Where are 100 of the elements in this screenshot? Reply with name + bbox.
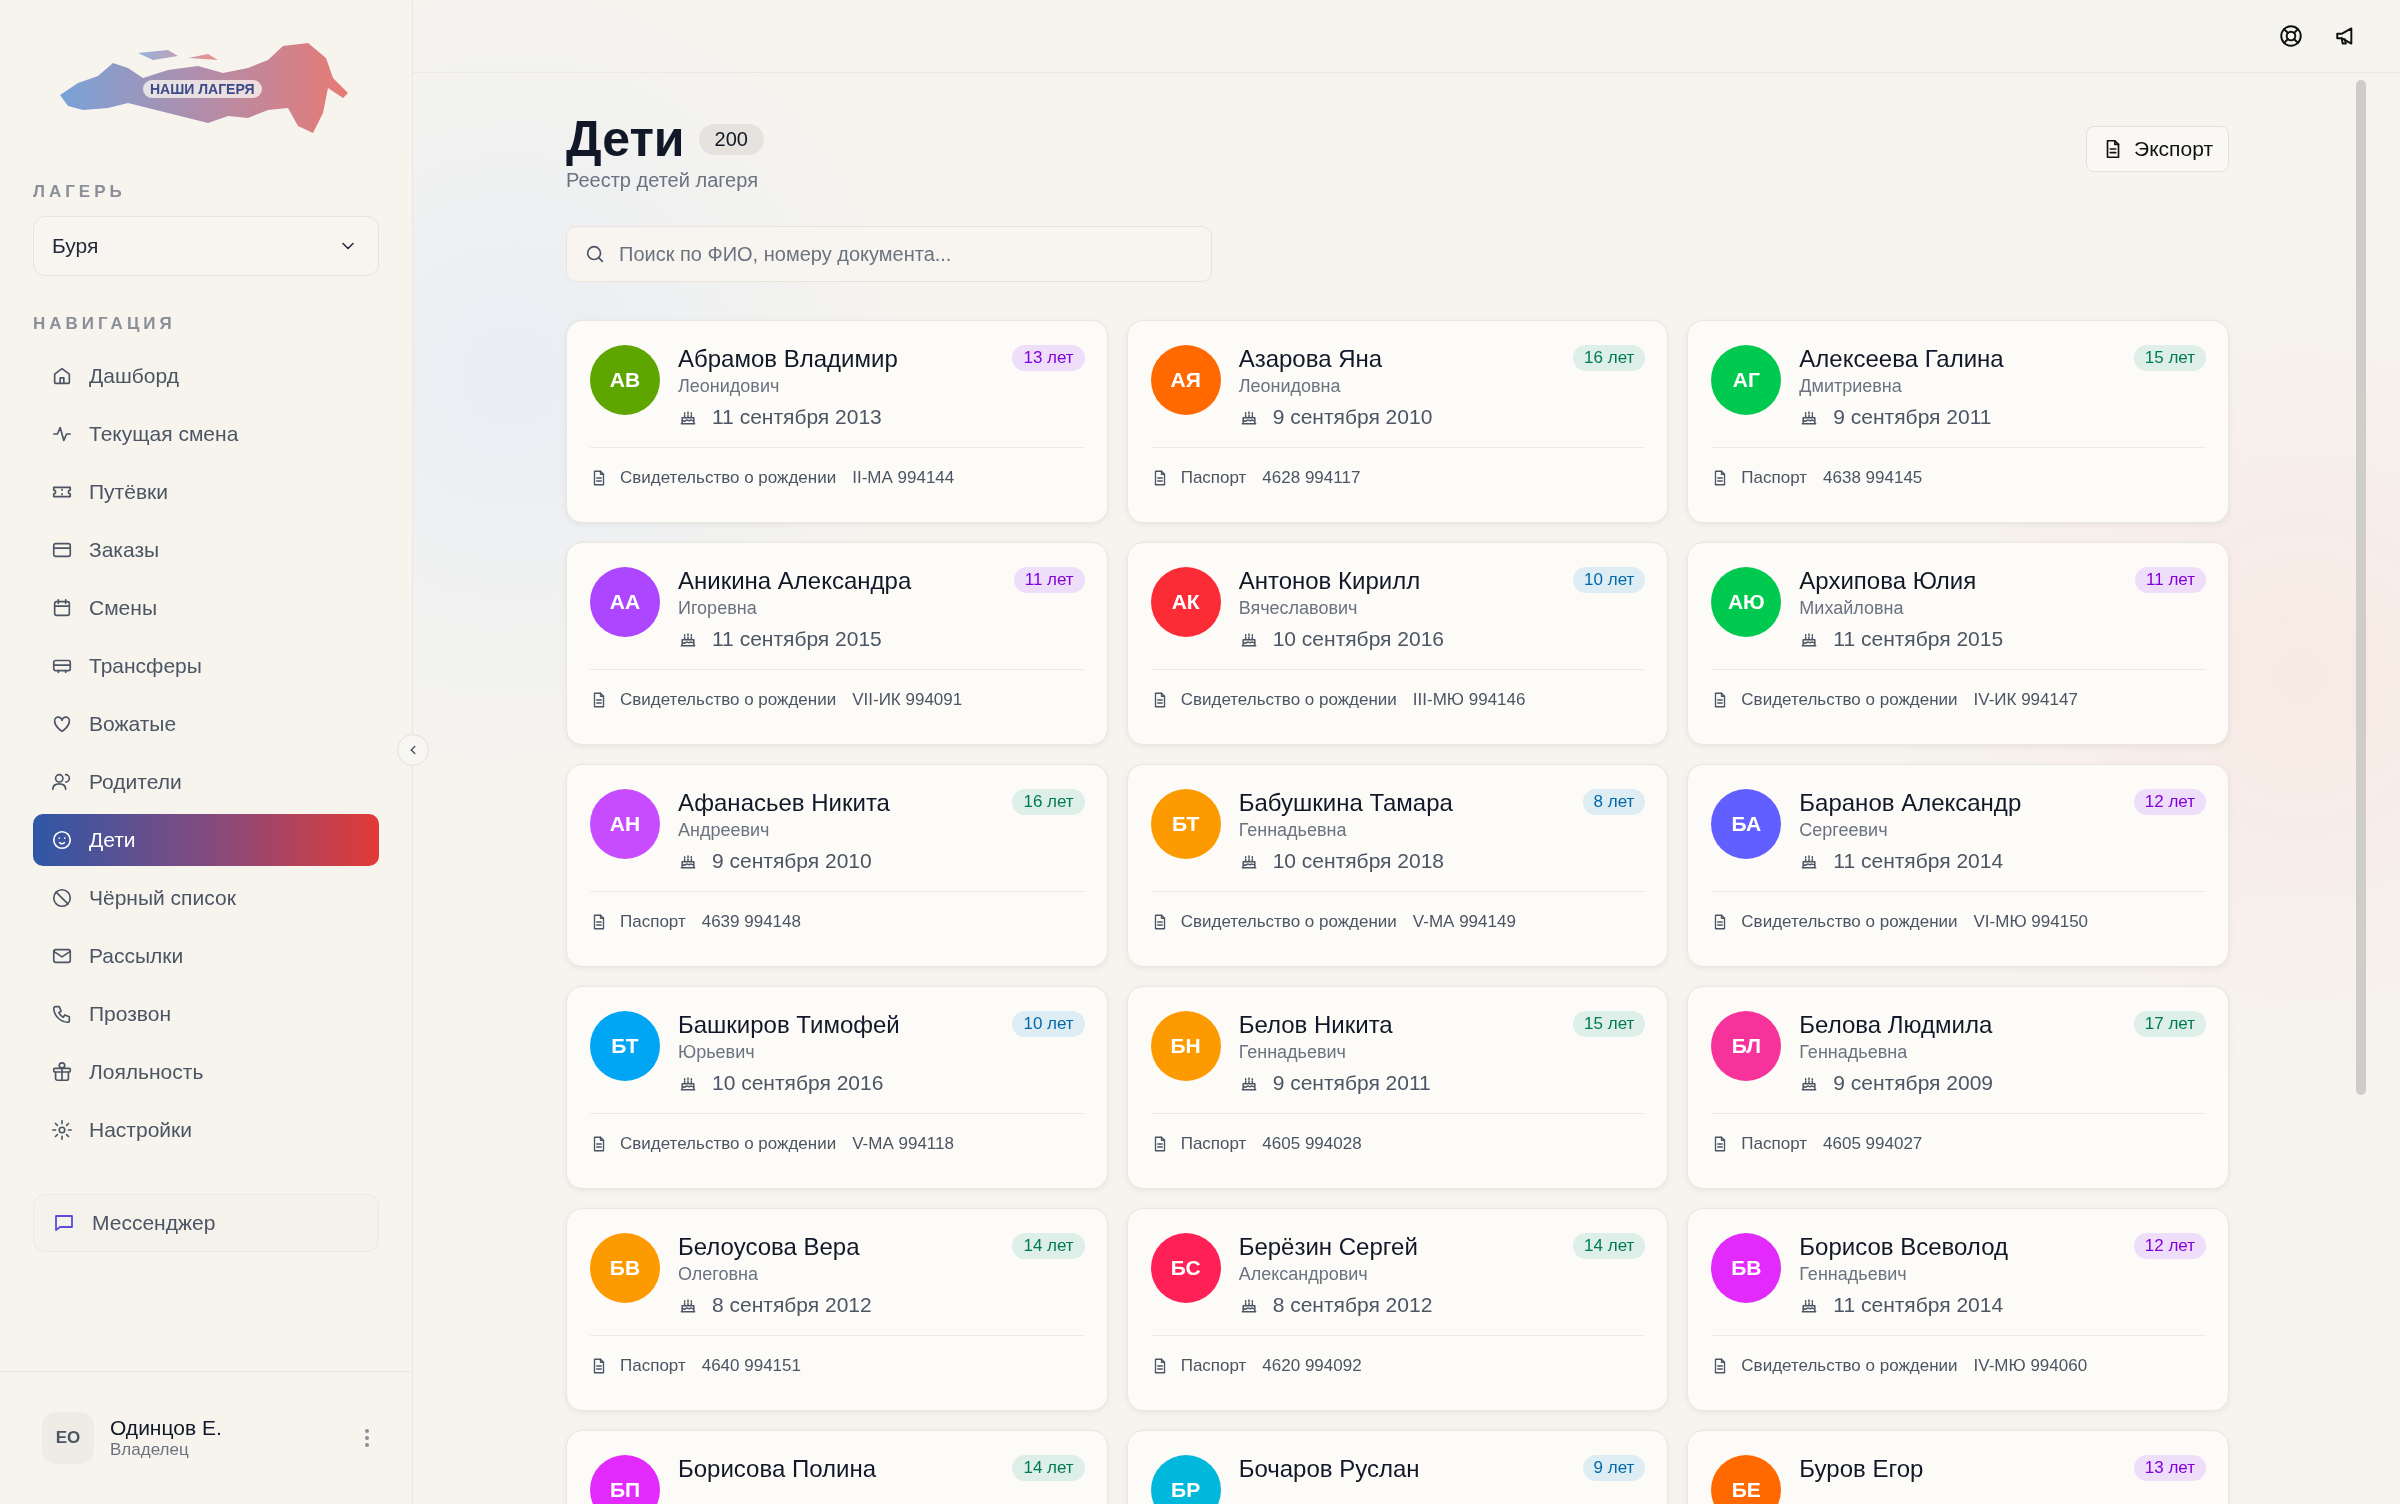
child-patronymic: Андреевич	[678, 819, 771, 842]
document-type: Свидетельство о рождении	[1741, 912, 1958, 932]
child-avatar: АЯ	[1150, 345, 1221, 415]
child-patronymic: Вячеславович	[1238, 597, 1359, 620]
child-card[interactable]: БЕ Буров Егор 13 лет	[1687, 1430, 2229, 1504]
search-icon	[584, 243, 606, 265]
birth-date: 9 сентября 2011	[1272, 1071, 1431, 1095]
nav-item[interactable]: Вожатые	[33, 698, 379, 750]
nav-item[interactable]: Родители	[33, 756, 379, 808]
child-card[interactable]: АЮ Архипова Юлия Михайловна 11 сентября 2015 11 лет Свидетельство о рождении IV-ИК 994147	[1687, 542, 2229, 745]
child-avatar: БЛ	[1711, 1011, 1782, 1081]
child-card[interactable]: БЛ Белова Людмила Геннадьевна 9 сентября 2009 17 лет Паспорт 4605 994027	[1687, 986, 2229, 1189]
document-type: Свидетельство о рождении	[620, 1134, 837, 1154]
child-avatar: АН	[590, 789, 660, 859]
document-number: II-МА 994144	[852, 468, 955, 488]
nav-item[interactable]: Прозвон	[33, 988, 379, 1040]
birth-date: 8 сентября 2012	[712, 1293, 872, 1317]
page-subtitle: Реестр детей лагеря	[566, 169, 759, 192]
document-type: Паспорт	[1180, 1134, 1247, 1154]
child-card[interactable]: БВ Белоусова Вера Олеговна 8 сентября 2012 14 лет Паспорт 4640 994151	[566, 1208, 1108, 1411]
child-patronymic: Геннадьевич	[1799, 1263, 1908, 1286]
child-patronymic: Леонидовна	[1238, 375, 1342, 398]
nav-item[interactable]: Текущая смена	[33, 408, 379, 460]
messenger-button[interactable]: Мессенджер	[33, 1194, 379, 1252]
scrollbar[interactable]	[2356, 80, 2366, 1095]
child-card[interactable]: АК Антонов Кирилл Вячеславович 10 сентября 2016 10 лет Свидетельство о рождении III-МЮ 994146	[1126, 542, 1669, 745]
document-number: 4638 994145	[1823, 468, 1923, 488]
age-badge: 11 лет	[1013, 567, 1085, 593]
camp-select[interactable]: Буря	[33, 216, 379, 276]
age-badge: 11 лет	[2135, 567, 2206, 593]
child-card[interactable]: АН Афанасьев Никита Андреевич 9 сентября 2010 16 лет Паспорт 4639 994148	[566, 764, 1108, 967]
age-badge: 15 лет	[2133, 345, 2206, 371]
search-field[interactable]: Поиск по ФИО, номеру документа...	[566, 226, 1212, 282]
document-number: 4605 994027	[1823, 1134, 1923, 1154]
child-name: Алексеева Галина	[1799, 344, 2005, 374]
child-avatar: БЕ	[1711, 1455, 1782, 1504]
phone-icon	[51, 1003, 73, 1025]
document-type: Паспорт	[1180, 468, 1247, 488]
birth-date: 11 сентября 2015	[712, 627, 882, 651]
child-name: Афанасьев Никита	[678, 788, 891, 818]
child-avatar: БА	[1711, 789, 1782, 859]
more-icon[interactable]	[364, 1428, 370, 1448]
child-card[interactable]: БТ Бабушкина Тамара Геннадьевна 10 сентября 2018 8 лет Свидетельство о рождении V-МА 994149	[1126, 764, 1669, 967]
child-avatar: БР	[1150, 1455, 1221, 1504]
child-card[interactable]: АВ Абрамов Владимир Леонидович 11 сентября 2013 13 лет Свидетельство о рождении II-МА 994144	[566, 320, 1108, 523]
collapse-button[interactable]	[397, 734, 429, 766]
age-badge: 12 лет	[2133, 789, 2206, 815]
nav-item[interactable]: Настройки	[33, 1104, 379, 1156]
home-icon	[51, 365, 73, 387]
child-card[interactable]: БС Берёзин Сергей Александрович 8 сентября 2012 14 лет Паспорт 4620 994092	[1126, 1208, 1669, 1411]
document-type: Паспорт	[1741, 1134, 1808, 1154]
nav-item[interactable]: Лояльность	[33, 1046, 379, 1098]
child-name: Борисова Полина	[678, 1454, 878, 1484]
count-badge: 200	[698, 123, 764, 155]
help-icon	[2278, 23, 2304, 49]
user-role: Владелец	[110, 1440, 190, 1460]
child-card[interactable]: БР Бочаров Руслан 9 лет	[1126, 1430, 1669, 1504]
heart-icon	[51, 713, 73, 735]
section-label: НАВИГАЦИЯ	[33, 314, 177, 334]
child-card[interactable]: БА Баранов Александр Сергеевич 11 сентября 2014 12 лет Свидетельство о рождении VI-МЮ 994150	[1687, 764, 2229, 967]
nav-item[interactable]: Чёрный список	[33, 872, 379, 924]
age-badge: 13 лет	[2133, 1455, 2206, 1481]
nav-item[interactable]: Дети	[33, 814, 379, 866]
child-name: Бочаров Руслан	[1238, 1454, 1421, 1484]
nav-item[interactable]: Путёвки	[33, 466, 379, 518]
page-title: Дети	[566, 110, 685, 169]
birth-date: 11 сентября 2015	[1833, 627, 2004, 651]
export-button[interactable]: Экспорт	[2086, 126, 2229, 172]
child-avatar: БТ	[1150, 789, 1221, 859]
child-card[interactable]: БП Борисова Полина 14 лет	[566, 1430, 1108, 1504]
child-card[interactable]: АА Аникина Александра Игоревна 11 сентября 2015 11 лет Свидетельство о рождении VII-ИК 994091	[566, 542, 1108, 745]
child-card[interactable]: БТ Башкиров Тимофей Юрьевич 10 сентября 2016 10 лет Свидетельство о рождении V-МА 994118	[566, 986, 1108, 1189]
child-name: Белоусова Вера	[678, 1232, 861, 1262]
child-card[interactable]: АЯ Азарова Яна Леонидовна 9 сентября 2010 16 лет Паспорт 4628 994117	[1126, 320, 1669, 523]
nav-item[interactable]: Дашборд	[33, 350, 379, 402]
nav-item[interactable]: Трансферы	[33, 640, 379, 692]
child-patronymic: Александрович	[1238, 1263, 1369, 1286]
child-name: Абрамов Владимир	[678, 344, 899, 374]
document-number: 4639 994148	[701, 912, 801, 932]
birth-date: 8 сентября 2012	[1272, 1293, 1433, 1317]
nav-item[interactable]: Рассылки	[33, 930, 379, 982]
child-avatar: АЮ	[1711, 567, 1782, 637]
child-card[interactable]: АГ Алексеева Галина Дмитриевна 9 сентября 2011 15 лет Паспорт 4638 994145	[1687, 320, 2229, 523]
logo-text: НАШИ ЛАГЕРЯ	[143, 80, 262, 98]
child-card[interactable]: БВ Борисов Всеволод Геннадьевич 11 сентября 2014 12 лет Свидетельство о рождении IV-МЮ 994060	[1687, 1208, 2229, 1411]
age-badge: 17 лет	[2133, 1011, 2206, 1037]
child-patronymic: Геннадьевна	[1238, 819, 1348, 842]
child-card[interactable]: БН Белов Никита Геннадьевич 9 сентября 2011 15 лет Паспорт 4605 994028	[1126, 986, 1669, 1189]
age-badge: 14 лет	[1573, 1233, 1646, 1259]
child-patronymic: Сергеевич	[1799, 819, 1889, 842]
age-badge: 16 лет	[1012, 789, 1085, 815]
nav-item[interactable]: Заказы	[33, 524, 379, 576]
nav-item[interactable]: Смены	[33, 582, 379, 634]
age-badge: 10 лет	[1012, 1011, 1085, 1037]
child-patronymic: Леонидович	[678, 375, 781, 398]
child-avatar: БС	[1150, 1233, 1221, 1303]
child-patronymic: Дмитриевна	[1799, 375, 1903, 398]
child-name: Бабушкина Тамара	[1238, 788, 1454, 818]
birth-date: 9 сентября 2011	[1833, 405, 1992, 429]
document-number: IV-ИК 994147	[1973, 690, 2078, 710]
